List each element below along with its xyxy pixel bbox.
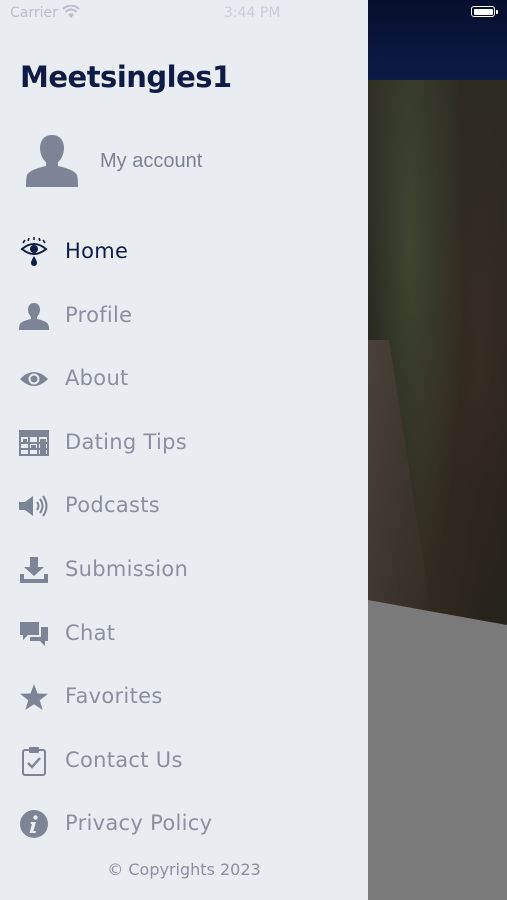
menu-label-profile: Profile — [65, 302, 133, 327]
app-title: Meetsingles1 — [20, 60, 232, 94]
menu-label-contact-us: Contact Us — [65, 747, 183, 772]
battery-icon — [471, 6, 498, 17]
chat-bubbles-icon — [18, 618, 50, 650]
navigation-drawer: Meetsingles1 My account Home Profile Abo… — [0, 0, 368, 900]
menu-label-about: About — [65, 366, 129, 391]
avatar-icon — [26, 135, 78, 187]
my-account-label: My account — [100, 150, 203, 172]
my-account-button[interactable]: My account — [26, 133, 326, 193]
menu-item-about[interactable]: About — [0, 347, 368, 411]
menu-item-favorites[interactable]: Favorites — [0, 665, 368, 729]
menu-item-submission[interactable]: Submission — [0, 538, 368, 602]
menu-label-home: Home — [65, 239, 129, 263]
drawer-menu: Home Profile About Dating Tips Podcasts … — [0, 220, 368, 856]
carrier-label: Carrier — [10, 5, 58, 21]
copyright-text: © Copyrights 2023 — [107, 860, 261, 879]
menu-label-privacy-policy: Privacy Policy — [65, 811, 213, 836]
menu-item-podcasts[interactable]: Podcasts — [0, 474, 368, 538]
status-time: 3:44 PM — [224, 5, 281, 21]
menu-label-podcasts: Podcasts — [65, 493, 161, 518]
menu-item-home[interactable]: Home — [0, 220, 368, 284]
menu-item-contact-us[interactable]: Contact Us — [0, 729, 368, 793]
menu-item-dating-tips[interactable]: Dating Tips — [0, 411, 368, 475]
person-icon — [18, 300, 50, 332]
menu-item-privacy-policy[interactable]: Privacy Policy — [0, 792, 368, 856]
info-icon — [18, 808, 50, 840]
menu-label-favorites: Favorites — [65, 684, 163, 709]
eye-tear-icon — [18, 236, 50, 268]
star-icon — [18, 681, 50, 713]
menu-label-submission: Submission — [65, 556, 189, 581]
download-icon — [18, 554, 50, 586]
eye-icon — [18, 363, 50, 395]
menu-item-profile[interactable]: Profile — [0, 284, 368, 348]
wifi-icon — [62, 5, 80, 18]
speaker-icon — [18, 490, 50, 522]
clipboard-check-icon — [18, 745, 50, 777]
status-bar: Carrier 3:44 PM — [0, 0, 507, 30]
menu-item-chat[interactable]: Chat — [0, 602, 368, 666]
menu-label-dating-tips: Dating Tips — [65, 429, 188, 454]
menu-label-chat: Chat — [65, 620, 116, 645]
table-icon — [18, 427, 50, 459]
